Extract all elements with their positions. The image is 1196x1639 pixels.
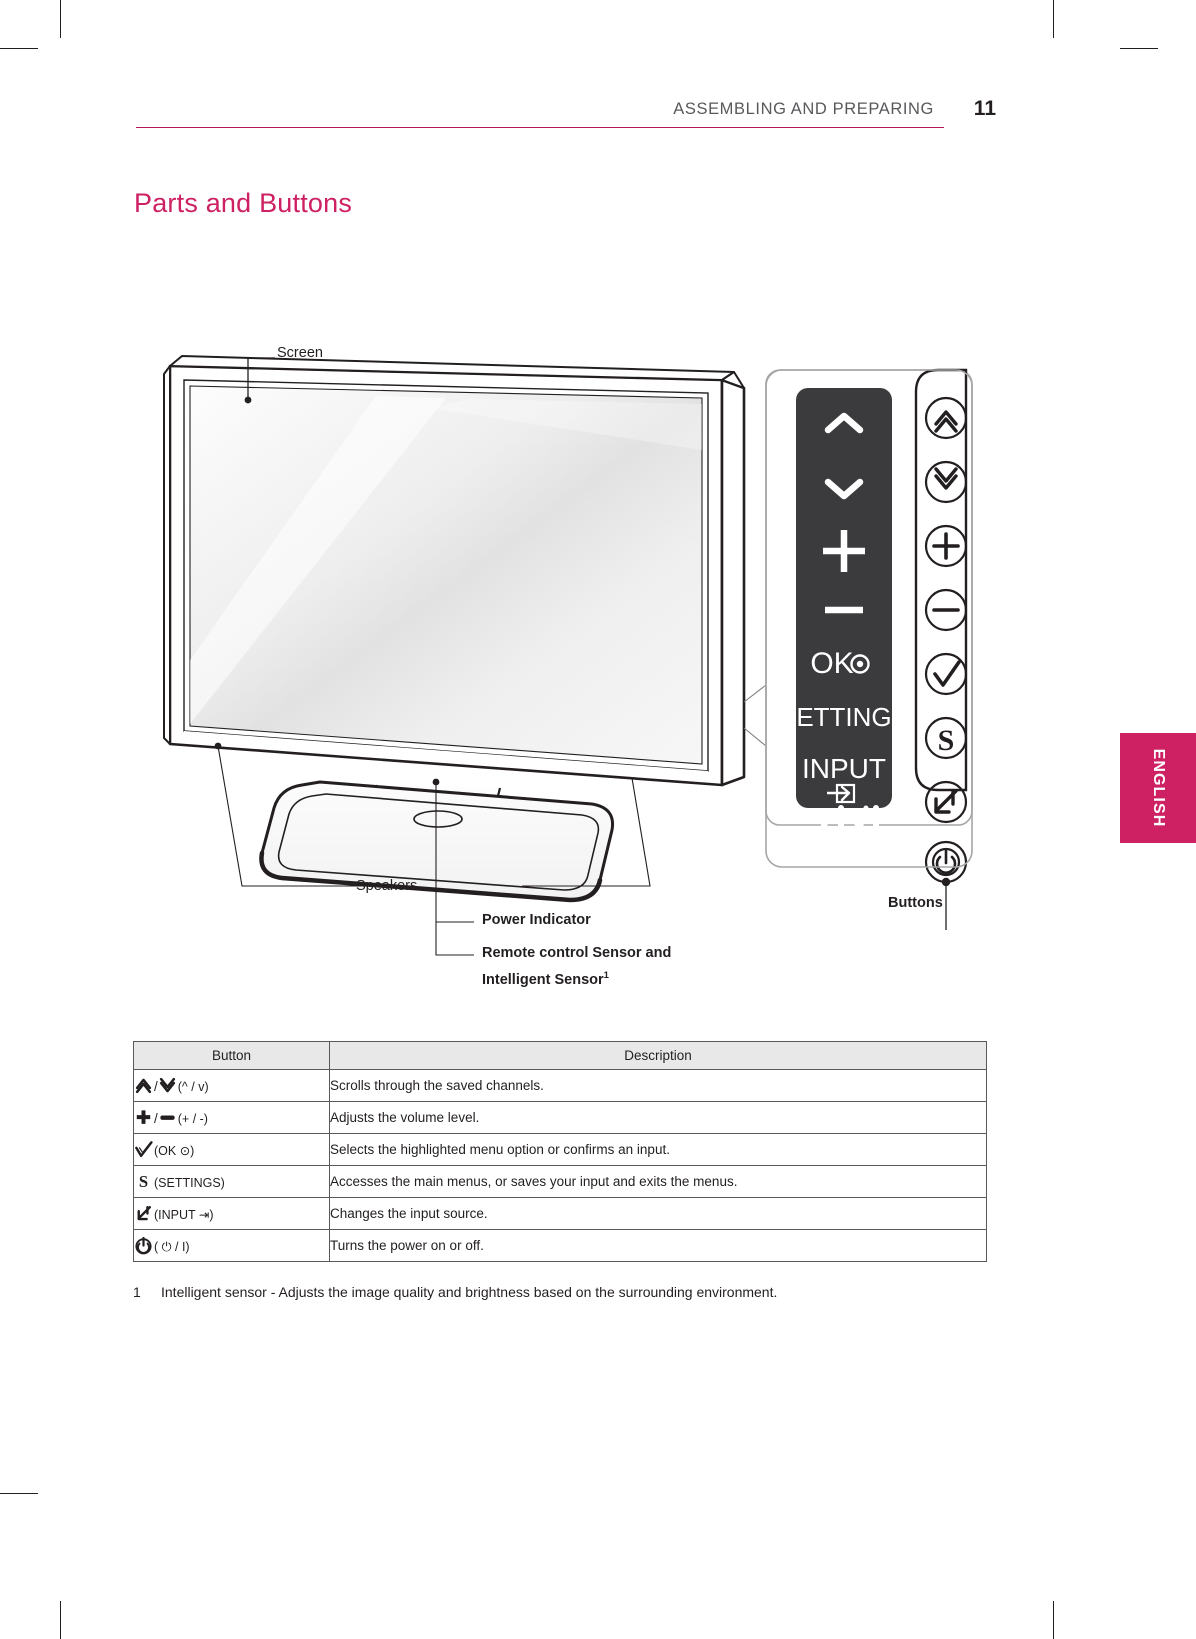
description-cell: Accesses the main menus, or saves your i…: [329, 1165, 987, 1198]
language-tab-english: ENGLISH: [1120, 733, 1196, 843]
button-label: (SETTINGS): [154, 1176, 225, 1190]
settings-s-icon: S: [139, 1172, 148, 1191]
button-label: ( ⏻ / I): [154, 1240, 190, 1254]
button-cell: S (SETTINGS): [133, 1165, 330, 1198]
table-row: / (^ / v) Scrolls through the saved chan…: [133, 1069, 987, 1102]
label-power-indicator: Power Indicator: [482, 912, 591, 928]
table-row: (OK ⊙) Selects the highlighted menu opti…: [133, 1133, 987, 1166]
language-tab-label: ENGLISH: [1150, 748, 1167, 828]
panel-settings-label: SETTINGS: [779, 702, 909, 732]
table-row: (INPUT ⇥) Changes the input source.: [133, 1197, 987, 1230]
button-cell: (INPUT ⇥): [133, 1197, 330, 1230]
button-label: (+ / -): [177, 1112, 208, 1126]
button-cell: / (^ / v): [133, 1069, 330, 1102]
description-cell: Scrolls through the saved channels.: [329, 1069, 987, 1102]
label-speakers: Speakers: [356, 878, 418, 894]
volume-up-icon: [136, 1110, 151, 1124]
panel-ok-label: OK: [810, 647, 853, 680]
header-divider: [136, 127, 944, 129]
crop-mark-top-left: [60, 0, 61, 38]
table-header-row: Button Description: [133, 1041, 987, 1070]
crop-mark-left-mid: [0, 48, 38, 49]
svg-text:S: S: [139, 1172, 148, 1191]
panel-input-label: INPUT: [802, 753, 886, 784]
button-label: (OK ⊙): [154, 1144, 195, 1158]
description-cell: Turns the power on or off.: [329, 1229, 987, 1262]
button-label: (INPUT ⇥): [154, 1208, 214, 1222]
label-remote-sensor-line1: Remote control Sensor and: [482, 945, 672, 961]
column-header-button: Button: [133, 1041, 330, 1070]
power-circle-icon: [924, 840, 968, 884]
tv-parts-diagram: OK SETTINGS INPUT S Screen Speakers Powe…: [130, 330, 1010, 1000]
button-cell: (OK ⊙): [133, 1133, 330, 1166]
button-description-table: Button Description / (^ / v) Scrolls thr…: [133, 1041, 987, 1262]
label-remote-sensor-line2-text: Intelligent Sensor: [482, 971, 604, 988]
button-cell: ( ⏻ / I): [133, 1229, 330, 1262]
page-header: ASSEMBLING AND PREPARING 11: [136, 97, 996, 134]
label-remote-sensor-line2: Intelligent Sensor1: [482, 970, 609, 988]
column-header-description: Description: [329, 1041, 987, 1070]
footnote-text: Intelligent sensor - Adjusts the image q…: [161, 1284, 778, 1300]
power-circle-icon: [135, 1236, 152, 1255]
footnote-marker: 1: [603, 970, 609, 981]
crop-mark-top-right: [1053, 0, 1054, 38]
volume-down-icon: [160, 1115, 175, 1120]
header-section-title: ASSEMBLING AND PREPARING: [673, 100, 934, 118]
page-number: 11: [973, 97, 996, 120]
label-buttons: Buttons: [888, 895, 943, 911]
settings-s-glyph: S: [938, 724, 955, 757]
description-cell: Selects the highlighted menu option or c…: [329, 1133, 987, 1166]
crop-mark-bottom-left: [60, 1601, 61, 1639]
crop-mark-bottom-right: [1053, 1601, 1054, 1639]
manual-page: ASSEMBLING AND PREPARING 11 Parts and Bu…: [0, 0, 1196, 1639]
channel-down-icon: [159, 1077, 175, 1093]
control-panel-strip: [796, 388, 892, 808]
button-label: (^ / v): [177, 1080, 209, 1094]
crop-mark-right-mid: [1120, 48, 1158, 49]
channel-up-icon: [135, 1078, 152, 1094]
description-cell: Changes the input source.: [329, 1197, 987, 1230]
label-screen: Screen: [277, 345, 323, 361]
table-row: ( ⏻ / I) Turns the power on or off.: [133, 1229, 987, 1262]
input-k-icon: [137, 1205, 152, 1221]
page-title: Parts and Buttons: [134, 188, 353, 218]
table-row: S (SETTINGS) Accesses the main menus, or…: [133, 1165, 987, 1198]
footnote-number: 1: [133, 1284, 141, 1300]
description-cell: Adjusts the volume level.: [329, 1101, 987, 1134]
button-cell: / (+ / -): [133, 1101, 330, 1134]
table-row: / (+ / -) Adjusts the volume level.: [133, 1101, 987, 1134]
tv-illustration: OK SETTINGS INPUT S: [163, 355, 973, 956]
crop-mark-left-mid-2: [0, 1493, 38, 1494]
ok-check-icon: [135, 1141, 153, 1158]
